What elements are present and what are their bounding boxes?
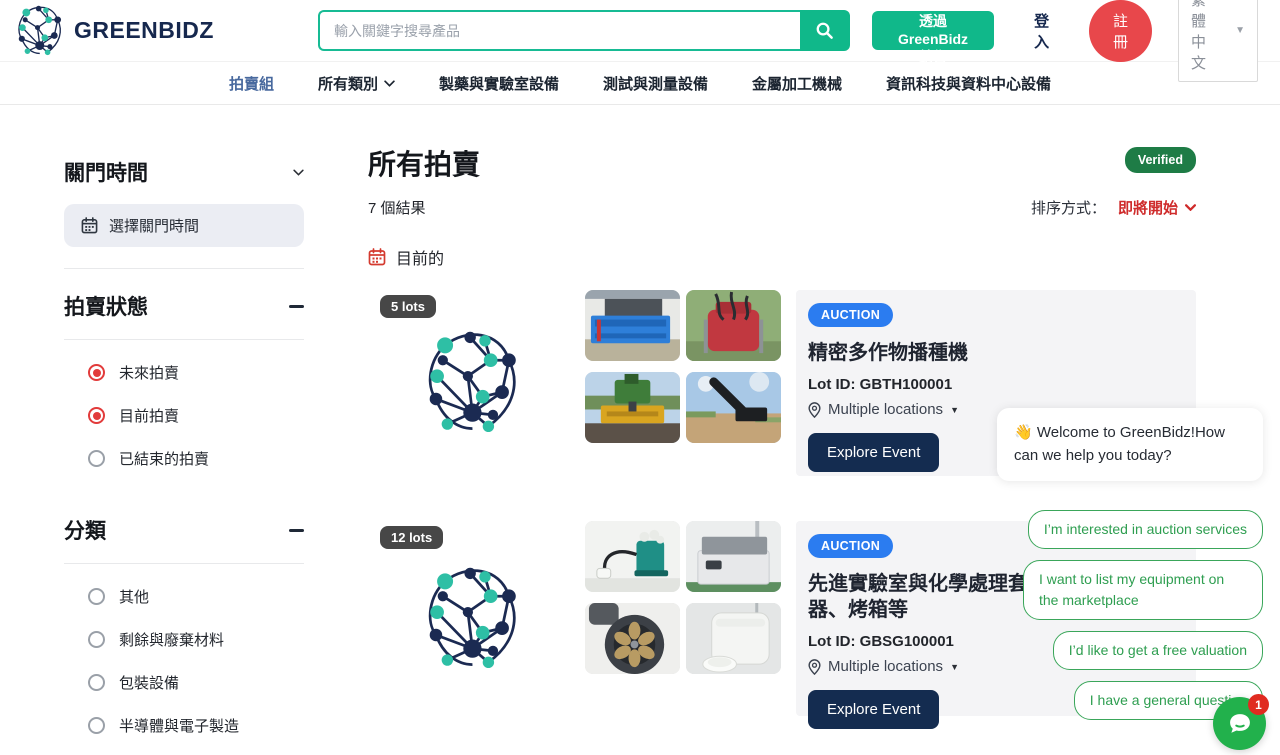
network-logo-icon <box>420 562 534 676</box>
main-nav: 拍賣組 所有類別 製藥與實驗室設備 測試與測量設備 金屬加工機械 資訊科技與資料… <box>0 62 1280 105</box>
radio-unselected <box>88 674 105 691</box>
chat-unread-badge: 1 <box>1248 694 1269 715</box>
lot-photo-teal-pump[interactable] <box>585 521 680 592</box>
divider <box>64 268 304 269</box>
select-closing-time-label: 選擇關門時間 <box>109 218 200 235</box>
nav-item-auction-groups[interactable]: 拍賣組 <box>229 73 274 94</box>
network-logo-icon <box>14 3 70 59</box>
calendar-icon <box>368 248 386 266</box>
chat-quick-reply-free-valuation[interactable]: I’d like to get a free valuation <box>1052 630 1263 670</box>
status-option-current[interactable]: 目前拍賣 <box>88 383 304 426</box>
explore-event-button[interactable]: Explore Event <box>808 690 940 729</box>
location-label: Multiple locations <box>828 401 944 418</box>
lot-photo-grid <box>585 290 781 476</box>
search-icon <box>817 22 834 39</box>
chat-welcome-message: 👋 Welcome to GreenBidz!How can we help y… <box>997 408 1263 481</box>
auction-status-title: 拍賣狀態 <box>64 296 148 319</box>
results-count: 7 個結果 <box>368 200 426 217</box>
lot-photo-plastic-carboy[interactable] <box>686 603 781 674</box>
location-pin-icon <box>808 658 821 675</box>
category-option-packaging[interactable]: 包裝設備 <box>88 650 304 693</box>
sort-dropdown[interactable]: 即將開始 <box>1118 197 1196 218</box>
category-option-printing[interactable]: 印刷機械 <box>88 736 304 755</box>
auction-type-badge: AUCTION <box>808 303 894 327</box>
chevron-down-icon: ▼ <box>1235 25 1246 36</box>
top-bar: GREENBIDZ 透過 GreenBidz 銷售 登入 註冊 繁體中文 ▼ <box>0 0 1280 82</box>
auction-thumbnail[interactable]: 5 lots <box>368 290 585 476</box>
location-label: Multiple locations <box>828 658 944 675</box>
page-title: 所有拍賣 <box>368 149 481 180</box>
lot-photo-grid <box>585 521 781 716</box>
minus-icon <box>289 304 304 308</box>
register-button[interactable]: 註冊 <box>1089 0 1152 62</box>
auction-title: 精密多作物播種機 <box>808 342 968 364</box>
lot-photo-flatbed-machine[interactable] <box>686 521 781 592</box>
lot-photo-blue-machine[interactable] <box>585 290 680 361</box>
login-link[interactable]: 登入 <box>1034 10 1053 52</box>
lot-photo-loader-attachment[interactable] <box>686 372 781 443</box>
chat-launcher-button[interactable]: 1 <box>1213 694 1269 750</box>
auction-status-section-header[interactable]: 拍賣狀態 <box>64 291 304 321</box>
nav-item-test-measure[interactable]: 測試與測量設備 <box>603 73 708 94</box>
page: GREENBIDZ 透過 GreenBidz 銷售 登入 註冊 繁體中文 ▼ 拍… <box>0 0 1280 755</box>
nav-item-metalworking[interactable]: 金屬加工機械 <box>752 73 842 94</box>
status-option-future[interactable]: 未來拍賣 <box>88 340 304 383</box>
lot-photo-tractor-implement[interactable] <box>585 372 680 443</box>
verified-badge: Verified <box>1124 147 1196 173</box>
lot-photo-red-sprayer[interactable] <box>686 290 781 361</box>
radio-selected <box>88 364 105 381</box>
category-option-surplus[interactable]: 剩餘與廢棄材料 <box>88 607 304 650</box>
language-selector[interactable]: 繁體中文 ▼ <box>1177 0 1259 82</box>
search-button[interactable] <box>799 10 850 51</box>
chat-bubble-icon <box>1229 713 1250 733</box>
closing-time-title: 關門時間 <box>64 162 148 185</box>
brand-logo[interactable]: GREENBIDZ <box>14 3 214 59</box>
radio-unselected <box>88 450 105 467</box>
radio-unselected <box>88 631 105 648</box>
auction-thumbnail[interactable]: 12 lots <box>368 521 585 716</box>
nav-item-all-categories[interactable]: 所有類別 <box>318 73 395 94</box>
category-title: 分類 <box>64 520 106 543</box>
lot-photo-centrifuge[interactable] <box>585 603 680 674</box>
chat-quick-reply-list-equipment[interactable]: I want to list my equipment on the marke… <box>1023 559 1263 620</box>
language-value: 繁體中文 <box>1190 0 1206 72</box>
lots-count-badge: 5 lots <box>380 295 436 318</box>
select-closing-time-button[interactable]: 選擇關門時間 <box>64 204 304 247</box>
search-input[interactable] <box>317 10 800 51</box>
location-pin-icon <box>808 401 821 418</box>
chevron-down-icon <box>293 169 304 176</box>
network-logo-icon <box>420 326 534 440</box>
chevron-down-icon: ▼ <box>950 404 959 415</box>
brand-name: GREENBIDZ <box>74 17 214 43</box>
chat-widget: 👋 Welcome to GreenBidz!How can we help y… <box>997 408 1263 720</box>
lots-count-badge: 12 lots <box>380 526 444 549</box>
nav-item-pharma-lab[interactable]: 製藥與實驗室設備 <box>439 73 559 94</box>
chevron-down-icon <box>1185 204 1196 211</box>
minus-icon <box>289 528 304 532</box>
category-section-header[interactable]: 分類 <box>64 515 304 545</box>
filter-sidebar: 關門時間 選擇關門時間 拍賣狀態 未來拍賣 目前拍賣 已結束的拍賣 分類 其他 … <box>64 143 304 755</box>
radio-selected <box>88 407 105 424</box>
chevron-down-icon <box>384 79 395 87</box>
search-bar <box>317 10 850 51</box>
lot-id: Lot ID: GBTH100001 <box>808 376 953 393</box>
chevron-down-icon: ▼ <box>950 661 959 672</box>
nav-item-it-datacenter[interactable]: 資訊科技與資料中心設備 <box>886 73 1051 94</box>
category-option-other[interactable]: 其他 <box>88 564 304 607</box>
calendar-icon <box>81 217 98 234</box>
sell-with-greenbidz-button[interactable]: 透過 GreenBidz 銷售 <box>871 11 995 65</box>
radio-unselected <box>88 588 105 605</box>
current-group-label: 目前的 <box>368 245 1196 269</box>
radio-unselected <box>88 717 105 734</box>
explore-event-button[interactable]: Explore Event <box>808 433 940 472</box>
sort-label: 排序方式： <box>1030 200 1106 217</box>
category-option-semiconductor[interactable]: 半導體與電子製造 <box>88 693 304 736</box>
closing-time-section-header[interactable]: 關門時間 <box>64 157 304 187</box>
status-option-ended[interactable]: 已結束的拍賣 <box>88 426 304 469</box>
auction-type-badge: AUCTION <box>808 534 894 558</box>
chat-quick-reply-auction-services[interactable]: I’m interested in auction services <box>1027 509 1263 549</box>
